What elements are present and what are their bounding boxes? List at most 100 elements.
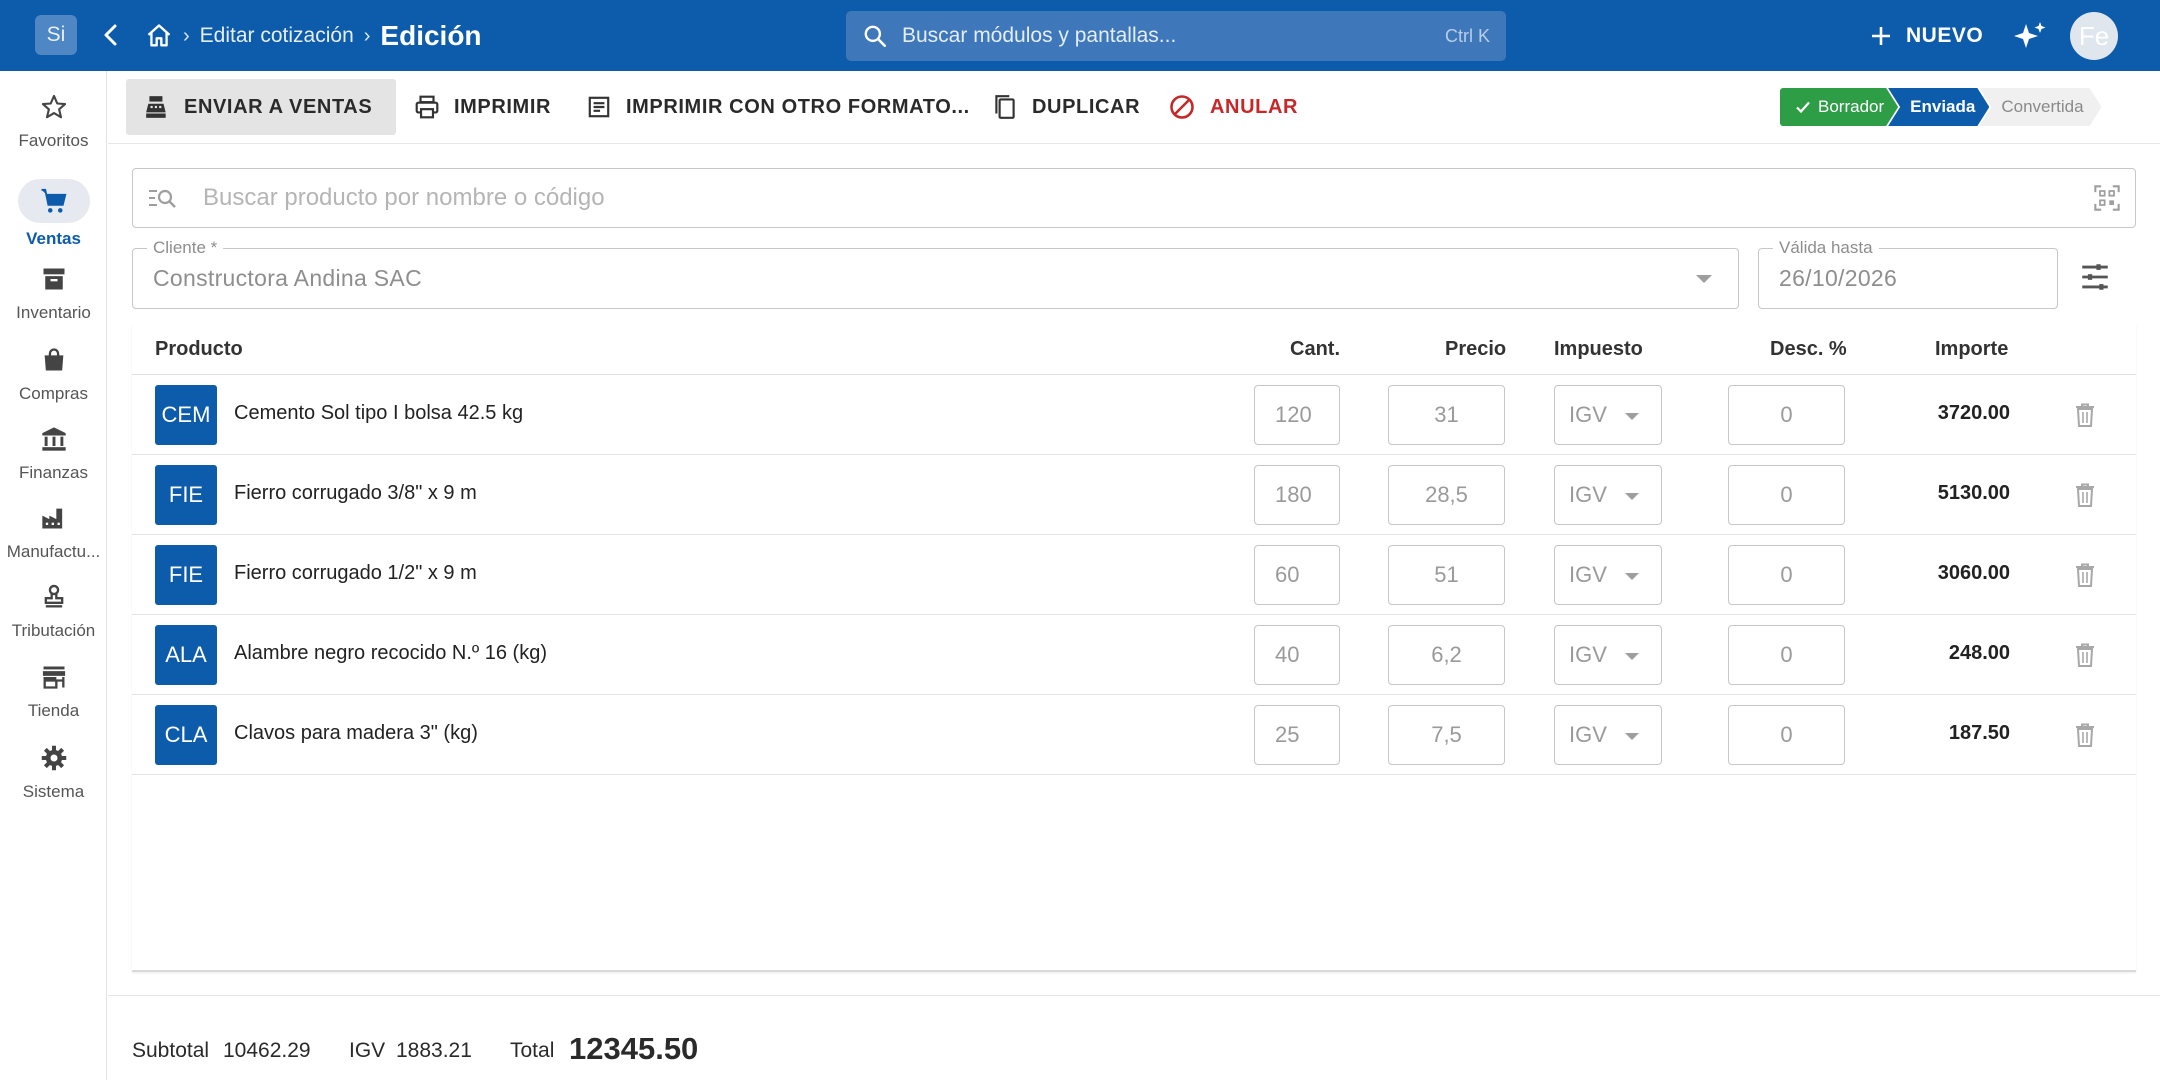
main-content: ENVIAR A VENTAS IMPRIMIR IMPRIMIR CON OT… — [108, 71, 2160, 1080]
sidebar-item-label: Finanzas — [19, 463, 88, 482]
status-step-label: Enviada — [1910, 97, 1976, 116]
quantity-input[interactable]: 40 — [1254, 625, 1340, 685]
send-to-sales-label: ENVIAR A VENTAS — [184, 95, 373, 118]
tax-select[interactable]: IGV — [1554, 545, 1662, 605]
store-icon — [18, 659, 90, 695]
sidebar-item-tributacion[interactable]: Tributación — [0, 579, 107, 641]
discount-input[interactable]: 0 — [1728, 625, 1845, 685]
tune-icon — [2082, 264, 2108, 290]
quote-lines-table: Producto Cant. Precio Impuesto Desc. % I… — [132, 324, 2136, 972]
sidebar-item-manufactura[interactable]: Manufactu... — [0, 500, 107, 562]
product-name: Fierro corrugado 1/2" x 9 m — [234, 562, 477, 584]
delete-icon[interactable] — [2073, 482, 2097, 508]
breadcrumb-separator: › — [183, 24, 190, 47]
list-search-icon — [149, 189, 176, 208]
printer-icon — [415, 95, 439, 119]
void-button[interactable]: ANULAR — [1168, 79, 1298, 135]
delete-icon[interactable] — [2073, 402, 2097, 428]
back-button[interactable] — [96, 20, 126, 50]
subtotal-label: Subtotal — [132, 1039, 210, 1062]
breadcrumb-link[interactable]: Editar cotización — [200, 24, 354, 48]
price-input[interactable]: 31 — [1388, 385, 1505, 445]
tax-select-value: IGV — [1569, 722, 1607, 747]
price-input[interactable]: 6,2 — [1388, 625, 1505, 685]
product-code-badge: FIE — [155, 545, 217, 605]
discount-input[interactable]: 0 — [1728, 385, 1845, 445]
line-amount: 248.00 — [1948, 642, 2010, 664]
sidebar-item-label: Favoritos — [18, 131, 89, 150]
client-value: Constructora Andina SAC — [153, 265, 422, 291]
global-search[interactable]: Buscar módulos y pantallas... Ctrl K — [846, 11, 1506, 61]
search-shortcut: Ctrl K — [1445, 25, 1490, 46]
price-input[interactable]: 28,5 — [1388, 465, 1505, 525]
total-label: Total — [510, 1039, 555, 1062]
delete-icon[interactable] — [2073, 722, 2097, 748]
star-icon — [18, 89, 90, 125]
sidebar-item-ventas[interactable]: Ventas — [0, 179, 107, 249]
sidebar-item-compras[interactable]: Compras — [0, 342, 107, 404]
sidebar-item-label: Tributación — [11, 621, 96, 640]
barcode-scan-icon[interactable] — [2093, 184, 2121, 212]
page-title: Edición — [380, 20, 482, 51]
product-code-badge: CLA — [155, 705, 217, 765]
sidebar-item-tienda[interactable]: Tienda — [0, 659, 107, 721]
archive-icon — [18, 261, 90, 297]
status-step-draft: Borrador — [1780, 88, 1898, 126]
price-input[interactable]: 7,5 — [1388, 705, 1505, 765]
options-button[interactable] — [2078, 260, 2112, 294]
sidebar-item-favoritos[interactable]: Favoritos — [0, 89, 107, 151]
send-to-sales-button[interactable]: ENVIAR A VENTAS — [126, 79, 397, 135]
print-button[interactable]: IMPRIMIR — [414, 79, 551, 135]
ai-assistant-button[interactable] — [2012, 20, 2048, 54]
duplicate-button[interactable]: DUPLICAR — [992, 79, 1140, 135]
client-select[interactable]: Cliente * Constructora Andina SAC — [132, 238, 1739, 309]
new-button[interactable]: NUEVO — [1870, 17, 1983, 55]
bank-icon — [18, 421, 90, 457]
chevron-down-icon — [1696, 275, 1712, 283]
chevron-down-icon — [1625, 653, 1639, 660]
discount-input[interactable]: 0 — [1728, 705, 1845, 765]
print-other-format-button[interactable]: IMPRIMIR CON OTRO FORMATO... — [586, 79, 970, 135]
discount-input[interactable]: 0 — [1728, 545, 1845, 605]
tax-select[interactable]: IGV — [1554, 625, 1662, 685]
sidebar-item-label: Compras — [19, 384, 88, 403]
price-input[interactable]: 51 — [1388, 545, 1505, 605]
delete-icon[interactable] — [2073, 642, 2097, 668]
tax-select[interactable]: IGV — [1554, 385, 1662, 445]
app-logo[interactable]: Si — [35, 15, 77, 55]
user-avatar[interactable]: Fe — [2070, 12, 2118, 60]
tax-select[interactable]: IGV — [1554, 465, 1662, 525]
quantity-input[interactable]: 60 — [1254, 545, 1340, 605]
valid-until-value: 26/10/2026 — [1779, 265, 1898, 291]
sidebar-item-sistema[interactable]: Sistema — [0, 740, 107, 802]
tax-select-value: IGV — [1569, 562, 1607, 587]
discount-input[interactable]: 0 — [1728, 465, 1845, 525]
valid-until-label: Válida hasta — [1773, 238, 1879, 258]
tax-select[interactable]: IGV — [1554, 705, 1662, 765]
client-label: Cliente * — [147, 238, 224, 258]
quantity-input[interactable]: 25 — [1254, 705, 1340, 765]
line-amount: 5130.00 — [1937, 482, 2010, 504]
line-amount: 187.50 — [1948, 722, 2010, 744]
quantity-input[interactable]: 120 — [1254, 385, 1340, 445]
column-header-tax: Impuesto — [1554, 338, 1643, 360]
line-amount: 3720.00 — [1937, 402, 2010, 424]
delete-icon[interactable] — [2073, 562, 2097, 588]
quantity-input[interactable]: 180 — [1254, 465, 1340, 525]
line-amount: 3060.00 — [1937, 562, 2010, 584]
home-icon[interactable] — [145, 22, 173, 50]
sidebar-item-inventario[interactable]: Inventario — [0, 261, 107, 323]
product-search-input[interactable]: Buscar producto por nombre o código — [132, 168, 2136, 228]
valid-until-field[interactable]: Válida hasta 26/10/2026 — [1758, 238, 2058, 309]
table-row: CEM Cemento Sol tipo I bolsa 42.5 kg 120… — [132, 375, 2136, 455]
cash-register-icon — [146, 96, 166, 118]
table-row: ALA Alambre negro recocido N.º 16 (kg) 4… — [132, 615, 2136, 695]
sidebar-item-label: Ventas — [26, 229, 81, 248]
search-placeholder: Buscar módulos y pantallas... — [902, 24, 1177, 47]
sidebar-item-finanzas[interactable]: Finanzas — [0, 421, 107, 483]
plus-icon — [1872, 27, 1890, 45]
tax-select-value: IGV — [1569, 482, 1607, 507]
column-header-amount: Importe — [1935, 338, 2009, 360]
factory-icon — [18, 500, 90, 536]
breadcrumb: › Editar cotización › Edición — [145, 14, 482, 58]
